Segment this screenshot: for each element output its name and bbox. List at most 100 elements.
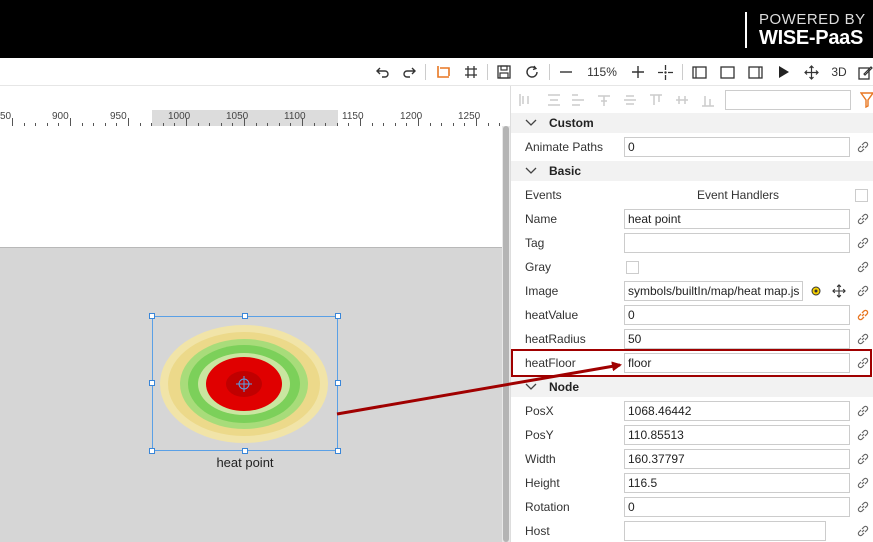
rotation-input[interactable]: 0 bbox=[624, 497, 850, 517]
horizontal-ruler: 50 900 950 1000 1050 1100 1150 1200 1250 bbox=[0, 110, 512, 126]
heatradius-input[interactable]: 50 bbox=[624, 329, 850, 349]
prop-row-image: Image symbols/builtIn/map/heat map.js bbox=[511, 279, 873, 303]
section-node[interactable]: Node bbox=[511, 377, 873, 397]
scrollbar-thumb[interactable] bbox=[503, 126, 509, 542]
3d-icon[interactable]: 3D bbox=[828, 63, 850, 81]
tag-input[interactable] bbox=[624, 233, 850, 253]
prop-row-width: Width 160.37797 bbox=[511, 447, 873, 471]
align-right-icon[interactable] bbox=[571, 93, 585, 107]
resize-handle-n[interactable] bbox=[242, 313, 248, 319]
prop-row-posx: PosX 1068.46442 bbox=[511, 399, 873, 423]
image-status-icon[interactable] bbox=[811, 286, 821, 296]
prop-row-rotation: Rotation 0 bbox=[511, 495, 873, 519]
link-icon[interactable] bbox=[856, 332, 870, 346]
prop-label: heatRadius bbox=[525, 332, 586, 346]
align-top-icon[interactable] bbox=[597, 93, 611, 107]
heatvalue-input[interactable]: 0 bbox=[624, 305, 850, 325]
node-label: heat point bbox=[216, 455, 274, 470]
toolbar-divider bbox=[549, 64, 550, 80]
resize-handle-w[interactable] bbox=[149, 380, 155, 386]
property-panel: Custom Animate Paths 0 Basic Events Even… bbox=[510, 86, 873, 542]
center-icon[interactable] bbox=[656, 63, 674, 81]
link-icon[interactable] bbox=[856, 236, 870, 250]
link-icon[interactable] bbox=[856, 140, 870, 154]
link-icon-active[interactable] bbox=[856, 308, 870, 322]
redo-icon[interactable] bbox=[400, 63, 418, 81]
link-icon[interactable] bbox=[856, 284, 870, 298]
link-icon[interactable] bbox=[856, 428, 870, 442]
ruler-tick bbox=[476, 118, 477, 126]
resize-handle-ne[interactable] bbox=[335, 313, 341, 319]
link-icon[interactable] bbox=[856, 476, 870, 490]
play-icon[interactable] bbox=[774, 63, 792, 81]
name-input[interactable]: heat point bbox=[624, 209, 850, 229]
event-handlers-label[interactable]: Event Handlers bbox=[697, 188, 779, 202]
prop-label: heatValue bbox=[525, 308, 579, 322]
toolbar-divider bbox=[682, 64, 683, 80]
height-input[interactable]: 116.5 bbox=[624, 473, 850, 493]
align-left-icon[interactable] bbox=[519, 93, 533, 107]
distribute-vertical-icon[interactable] bbox=[701, 93, 715, 107]
prop-label: Host bbox=[525, 524, 550, 538]
ruler-tick bbox=[302, 118, 303, 126]
section-basic[interactable]: Basic bbox=[511, 161, 873, 181]
filter-icon[interactable] bbox=[860, 92, 873, 108]
resize-handle-sw[interactable] bbox=[149, 448, 155, 454]
prop-row-events: Events Event Handlers bbox=[511, 183, 873, 207]
edit-icon[interactable] bbox=[856, 63, 873, 81]
view-2-icon[interactable] bbox=[718, 63, 736, 81]
zoom-level[interactable]: 115% bbox=[584, 63, 620, 81]
link-icon[interactable] bbox=[856, 404, 870, 418]
undo-icon[interactable] bbox=[374, 63, 392, 81]
resize-handle-s[interactable] bbox=[242, 448, 248, 454]
grid-icon[interactable] bbox=[462, 63, 480, 81]
chevron-down-icon bbox=[525, 167, 537, 174]
select-icon[interactable] bbox=[434, 63, 452, 81]
image-input[interactable]: symbols/builtIn/map/heat map.js bbox=[624, 281, 803, 301]
link-icon[interactable] bbox=[856, 260, 870, 274]
view-3-icon[interactable] bbox=[746, 63, 764, 81]
ruler-label: 50 bbox=[0, 111, 12, 122]
brand-line-2: WISE-PaaS bbox=[759, 27, 863, 49]
prop-row-posy: PosY 110.85513 bbox=[511, 423, 873, 447]
ruler-tick bbox=[244, 118, 245, 126]
property-search-input[interactable] bbox=[725, 90, 851, 110]
posy-input[interactable]: 110.85513 bbox=[624, 425, 850, 445]
link-icon[interactable] bbox=[856, 500, 870, 514]
view-1-icon[interactable] bbox=[690, 63, 708, 81]
resize-handle-e[interactable] bbox=[335, 380, 341, 386]
refresh-icon[interactable] bbox=[523, 63, 541, 81]
brand-logo: POWERED BY WISE-PaaS bbox=[745, 12, 866, 49]
resize-handle-nw[interactable] bbox=[149, 313, 155, 319]
selection-box[interactable] bbox=[152, 316, 338, 451]
move-icon[interactable] bbox=[832, 284, 846, 298]
link-icon[interactable] bbox=[856, 452, 870, 466]
prop-row-heatvalue: heatValue 0 bbox=[511, 303, 873, 327]
events-checkbox[interactable] bbox=[855, 189, 868, 202]
posx-input[interactable]: 1068.46442 bbox=[624, 401, 850, 421]
prop-label: Tag bbox=[525, 236, 545, 250]
link-icon[interactable] bbox=[856, 212, 870, 226]
animate-paths-input[interactable]: 0 bbox=[624, 137, 850, 157]
prop-label: Events bbox=[525, 188, 562, 202]
width-input[interactable]: 160.37797 bbox=[624, 449, 850, 469]
app-root: POWERED BY WISE-PaaS 115% 3D 50 900 950 … bbox=[0, 0, 873, 542]
link-icon[interactable] bbox=[856, 524, 870, 538]
prop-row-gray: Gray bbox=[511, 255, 873, 279]
zoom-out-icon[interactable] bbox=[557, 63, 575, 81]
zoom-in-icon[interactable] bbox=[629, 63, 647, 81]
resize-handle-se[interactable] bbox=[335, 448, 341, 454]
prop-label: Rotation bbox=[525, 500, 570, 514]
save-icon[interactable] bbox=[495, 63, 513, 81]
align-center-icon[interactable] bbox=[547, 93, 561, 107]
host-input[interactable] bbox=[624, 521, 826, 541]
section-custom[interactable]: Custom bbox=[511, 113, 873, 133]
move-icon[interactable] bbox=[802, 63, 820, 81]
prop-label: PosY bbox=[525, 428, 554, 442]
canvas-vertical-scrollbar[interactable] bbox=[502, 126, 510, 542]
distribute-horizontal-icon[interactable] bbox=[675, 93, 689, 107]
diagram-canvas[interactable]: 50 900 950 1000 1050 1100 1150 1200 1250 bbox=[0, 86, 512, 542]
gray-checkbox[interactable] bbox=[626, 261, 639, 274]
align-bottom-icon[interactable] bbox=[649, 93, 663, 107]
align-middle-icon[interactable] bbox=[623, 93, 637, 107]
